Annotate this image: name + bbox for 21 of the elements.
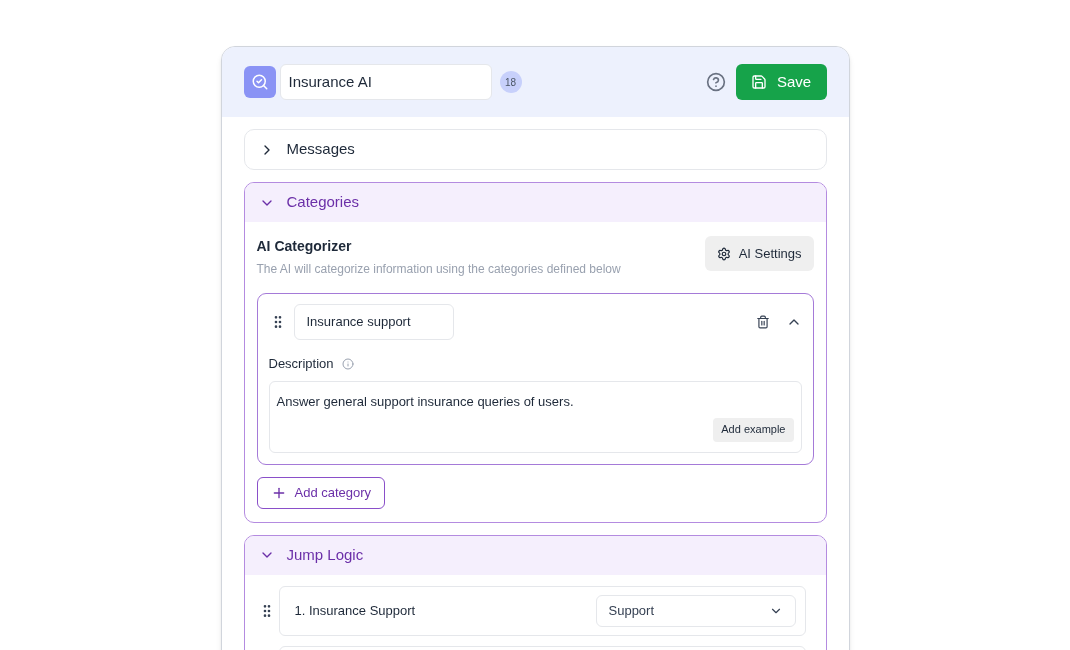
rule-label: 1. Insurance Support [294, 601, 416, 620]
count-badge: 18 [499, 71, 522, 93]
section-header[interactable]: Categories [244, 183, 826, 222]
description-field[interactable]: Answer general support insurance queries of users. Add example [268, 380, 802, 453]
section-header[interactable]: Jump Logic [244, 535, 826, 575]
add-category-button[interactable]: Add category [256, 476, 386, 509]
description-text: Answer general support insurance queries of users. [276, 392, 575, 411]
target-select[interactable]: Support [595, 594, 796, 627]
section-subtitle: The AI will categorize information using the categories defined below [256, 261, 621, 278]
ai-settings-button[interactable]: AI Settings [704, 236, 814, 271]
add-example-button[interactable]: Add example [713, 417, 794, 442]
section-heading: AI Categorizer [256, 237, 353, 256]
settings-icon [716, 246, 731, 261]
save-icon [750, 74, 767, 90]
category-name-field[interactable]: Insurance support [293, 304, 454, 340]
description-label: Description [268, 355, 334, 373]
title-field[interactable]: Insurance AI [279, 64, 492, 100]
delete-icon[interactable] [755, 315, 770, 329]
help-icon[interactable] [705, 72, 726, 92]
search-check-icon [250, 73, 269, 91]
section-header[interactable]: Messages [244, 130, 826, 169]
